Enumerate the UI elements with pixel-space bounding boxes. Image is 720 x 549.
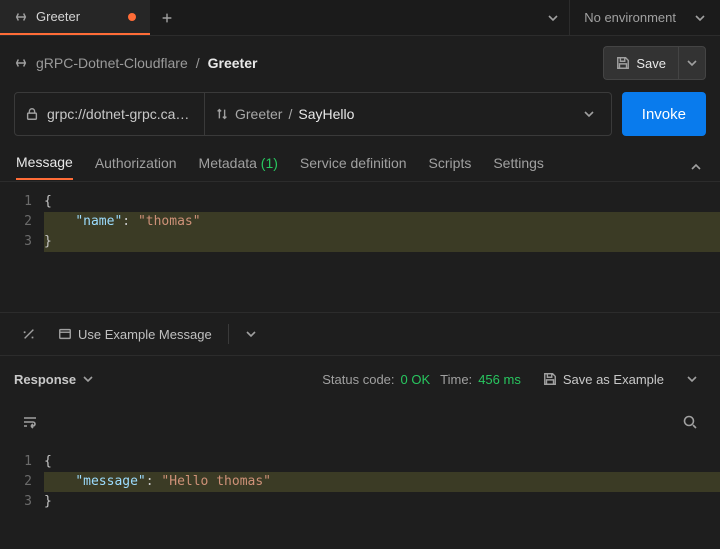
request-toolbar: Use Example Message: [0, 312, 720, 356]
plus-icon: [160, 11, 174, 25]
request-body-editor[interactable]: 1 2 3 { "name": "thomas" }: [0, 182, 720, 312]
chevron-up-icon: [690, 161, 702, 173]
invoke-button[interactable]: Invoke: [622, 92, 706, 136]
grpc-icon: [14, 56, 28, 70]
save-dropdown-button[interactable]: [678, 46, 706, 80]
url-value: grpc://dotnet-grpc.ca…: [47, 106, 189, 122]
status-code: Status code: 0 OK: [322, 372, 430, 387]
toolbar-divider: [228, 324, 229, 344]
url-input[interactable]: grpc://dotnet-grpc.ca…: [15, 93, 205, 135]
tab-scripts[interactable]: Scripts: [429, 155, 472, 179]
grpc-tab-icon: [14, 10, 28, 24]
tab-bar: Greeter No environment: [0, 0, 720, 36]
tab-service-definition[interactable]: Service definition: [300, 155, 407, 179]
tab-greeter[interactable]: Greeter: [0, 0, 150, 35]
collapse-request-button[interactable]: [690, 161, 704, 173]
example-dropdown-button[interactable]: [237, 319, 265, 349]
request-gutter: 1 2 3: [0, 192, 44, 312]
tab-message[interactable]: Message: [16, 154, 73, 180]
environment-label: No environment: [584, 10, 676, 25]
breadcrumb-row: gRPC-Dotnet-Cloudflare / Greeter Save: [0, 36, 720, 88]
chevron-down-icon: [583, 108, 595, 120]
tab-authorization[interactable]: Authorization: [95, 155, 177, 179]
method-name: SayHello: [298, 106, 354, 122]
response-title-group[interactable]: Response: [14, 372, 94, 387]
beautify-button[interactable]: [14, 319, 44, 349]
tab-settings[interactable]: Settings: [493, 155, 544, 179]
breadcrumb-current: Greeter: [208, 55, 258, 71]
tab-metadata-count: (1): [261, 155, 278, 171]
tab-label: Greeter: [36, 9, 80, 24]
lock-icon: [25, 107, 39, 121]
url-method-box: grpc://dotnet-grpc.ca… Greeter / SayHell…: [14, 92, 612, 136]
chevron-down-icon: [245, 328, 257, 340]
response-header: Response Status code: 0 OK Time: 456 ms …: [0, 356, 720, 402]
method-sep: /: [288, 106, 292, 122]
search-response-button[interactable]: [674, 407, 706, 437]
wand-icon: [22, 327, 36, 341]
status-value: 0 OK: [401, 372, 431, 387]
chevron-down-icon: [547, 12, 559, 24]
example-icon: [58, 327, 72, 341]
save-example-dropdown-button[interactable]: [678, 364, 706, 394]
unsaved-indicator-icon: [128, 13, 136, 21]
breadcrumb: gRPC-Dotnet-Cloudflare / Greeter: [14, 55, 593, 71]
sort-icon: [215, 107, 229, 121]
status-label: Status code:: [322, 372, 394, 387]
save-label: Save: [636, 56, 666, 71]
time-label: Time:: [440, 372, 472, 387]
invoke-row: grpc://dotnet-grpc.ca… Greeter / SayHell…: [0, 88, 720, 146]
response-gutter: 1 2 3: [0, 452, 44, 512]
chevron-down-icon: [686, 373, 698, 385]
new-tab-button[interactable]: [150, 0, 184, 35]
time-value: 456 ms: [478, 372, 521, 387]
breadcrumb-parent[interactable]: gRPC-Dotnet-Cloudflare: [36, 55, 188, 71]
wrap-icon: [22, 414, 38, 430]
environment-picker[interactable]: No environment: [569, 0, 720, 35]
breadcrumb-sep: /: [196, 55, 200, 71]
save-button[interactable]: Save: [603, 46, 678, 80]
response-body-viewer[interactable]: 1 2 3 { "message": "Hello thomas" }: [0, 442, 720, 512]
method-service: Greeter: [235, 106, 282, 122]
wrap-lines-button[interactable]: [14, 407, 46, 437]
chevron-down-icon: [82, 373, 94, 385]
method-picker[interactable]: Greeter / SayHello: [205, 93, 611, 135]
use-example-message-button[interactable]: Use Example Message: [50, 319, 220, 349]
request-tabs: Message Authorization Metadata (1) Servi…: [0, 146, 720, 182]
save-icon: [616, 56, 630, 70]
response-title: Response: [14, 372, 76, 387]
save-group: Save: [603, 46, 706, 80]
tab-metadata-label: Metadata: [199, 155, 257, 171]
tab-overflow-button[interactable]: [537, 12, 569, 24]
chevron-down-icon: [694, 12, 706, 24]
save-as-example-button[interactable]: Save as Example: [543, 372, 664, 387]
response-time: Time: 456 ms: [440, 372, 521, 387]
use-example-label: Use Example Message: [78, 327, 212, 342]
tab-metadata[interactable]: Metadata (1): [199, 155, 278, 179]
search-icon: [682, 414, 698, 430]
save-example-label: Save as Example: [563, 372, 664, 387]
response-toolbar: [0, 402, 720, 442]
save-icon: [543, 372, 557, 386]
chevron-down-icon: [686, 57, 698, 69]
